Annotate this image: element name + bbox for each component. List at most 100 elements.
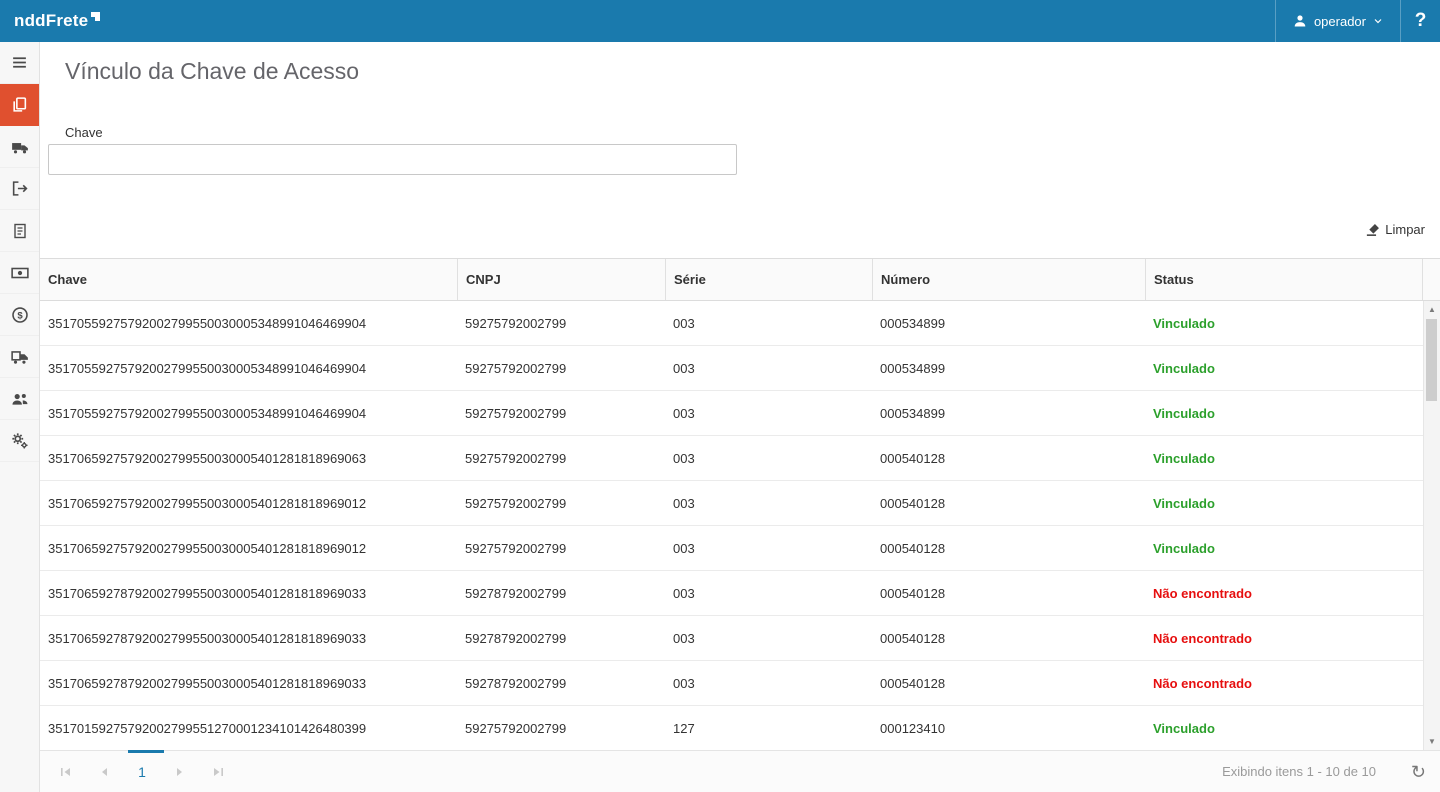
sidebar-item-access-key[interactable] [0,84,39,126]
results-grid: Chave CNPJ Série Número Status 351705592… [40,258,1440,750]
cell-serie: 003 [665,541,872,556]
column-header-cnpj[interactable]: CNPJ [457,259,665,300]
scrollbar-thumb[interactable] [1426,319,1437,401]
topbar: nddFrete operador ? [0,0,1440,42]
pager-last-button[interactable] [206,760,230,784]
cell-serie: 003 [665,676,872,691]
cell-chave: 3517065927879200279955003000540128181896… [40,586,457,601]
exit-icon [11,180,28,197]
cell-cnpj: 59278792002799 [457,586,665,601]
table-row[interactable]: 3517065927879200279955003000540128181896… [40,616,1423,661]
cell-chave: 3517065927879200279955003000540128181896… [40,676,457,691]
cell-cnpj: 59275792002799 [457,406,665,421]
users-icon [11,390,29,408]
table-row[interactable]: 3517055927579200279955003000534899104646… [40,301,1423,346]
cell-cnpj: 59278792002799 [457,676,665,691]
table-row[interactable]: 3517055927579200279955003000534899104646… [40,346,1423,391]
cell-numero: 000540128 [872,451,1145,466]
cell-cnpj: 59278792002799 [457,631,665,646]
settings-gears-icon [11,432,29,450]
sidebar-menu-toggle[interactable] [0,42,39,84]
grid-header-row: Chave CNPJ Série Número Status [40,259,1440,301]
pager-page-1[interactable]: 1 [130,764,154,780]
freight-truck-icon [11,138,29,156]
cell-cnpj: 59275792002799 [457,451,665,466]
clear-button-label: Limpar [1385,222,1425,237]
cell-status: Vinculado [1145,451,1423,466]
cell-status: Vinculado [1145,406,1423,421]
sidebar: $ [0,42,40,792]
cell-chave: 3517015927579200279955127000123410142648… [40,721,457,736]
chevron-down-icon [1372,15,1384,27]
banknote-icon [11,264,29,282]
table-row[interactable]: 3517065927579200279955003000540128181896… [40,436,1423,481]
sidebar-item-payment[interactable]: $ [0,294,39,336]
scroll-down-arrow-icon[interactable]: ▼ [1424,733,1440,750]
pager-next-button[interactable] [168,760,192,784]
cell-cnpj: 59275792002799 [457,361,665,376]
cell-serie: 003 [665,361,872,376]
refresh-icon[interactable]: ↻ [1411,763,1426,781]
pager-info-text: Exibindo itens 1 - 10 de 10 [1222,764,1376,779]
brand-text: nddFrete [14,11,88,31]
table-row[interactable]: 3517055927579200279955003000534899104646… [40,391,1423,436]
pager-first-button[interactable] [54,760,78,784]
cell-cnpj: 59275792002799 [457,496,665,511]
table-row[interactable]: 3517065927879200279955003000540128181896… [40,571,1423,616]
cell-serie: 003 [665,496,872,511]
vertical-scrollbar[interactable]: ▲ ▼ [1423,301,1440,750]
table-row[interactable]: 3517065927579200279955003000540128181896… [40,526,1423,571]
brand-logo: nddFrete [0,11,100,31]
page-title: Vínculo da Chave de Acesso [65,58,359,85]
clear-button[interactable]: Limpar [1366,222,1425,237]
column-header-status[interactable]: Status [1145,259,1423,300]
cell-status: Vinculado [1145,541,1423,556]
cell-status: Não encontrado [1145,631,1423,646]
cell-status: Não encontrado [1145,676,1423,691]
scroll-up-arrow-icon[interactable]: ▲ [1424,301,1440,318]
sidebar-item-users[interactable] [0,378,39,420]
dollar-circle-icon: $ [11,306,29,324]
cell-serie: 003 [665,451,872,466]
chave-field-label: Chave [65,125,103,140]
table-row[interactable]: 3517015927579200279955127000123410142648… [40,706,1423,750]
pager-previous-button[interactable] [92,760,116,784]
user-icon [1292,13,1308,29]
cell-numero: 000534899 [872,361,1145,376]
column-header-chave[interactable]: Chave [40,259,457,300]
cell-cnpj: 59275792002799 [457,316,665,331]
column-header-numero[interactable]: Número [872,259,1145,300]
sidebar-item-banknote[interactable] [0,252,39,294]
help-label: ? [1415,10,1427,32]
table-row[interactable]: 3517065927579200279955003000540128181896… [40,481,1423,526]
cell-serie: 127 [665,721,872,736]
cell-chave: 3517055927579200279955003000534899104646… [40,316,457,331]
cell-numero: 000540128 [872,541,1145,556]
sidebar-item-exit[interactable] [0,168,39,210]
access-key-link-icon [11,96,28,113]
cell-numero: 000534899 [872,406,1145,421]
chave-input[interactable] [48,144,737,175]
sidebar-item-delivery[interactable] [0,336,39,378]
cell-status: Vinculado [1145,316,1423,331]
cell-serie: 003 [665,586,872,601]
sidebar-item-report[interactable] [0,210,39,252]
svg-text:$: $ [17,310,23,321]
sidebar-item-freight[interactable] [0,126,39,168]
cell-numero: 000123410 [872,721,1145,736]
cell-serie: 003 [665,631,872,646]
cell-numero: 000534899 [872,316,1145,331]
cell-numero: 000540128 [872,676,1145,691]
cell-numero: 000540128 [872,631,1145,646]
brand-flag-icon [91,12,100,21]
report-document-icon [12,223,28,239]
pager: 1 Exibindo itens 1 - 10 de 10 ↻ [40,750,1440,792]
user-menu[interactable]: operador [1275,0,1400,42]
table-row[interactable]: 3517065927879200279955003000540128181896… [40,661,1423,706]
column-header-serie[interactable]: Série [665,259,872,300]
help-button[interactable]: ? [1400,0,1440,42]
user-label: operador [1314,14,1366,29]
cell-status: Vinculado [1145,361,1423,376]
sidebar-item-settings[interactable] [0,420,39,462]
cell-cnpj: 59275792002799 [457,541,665,556]
